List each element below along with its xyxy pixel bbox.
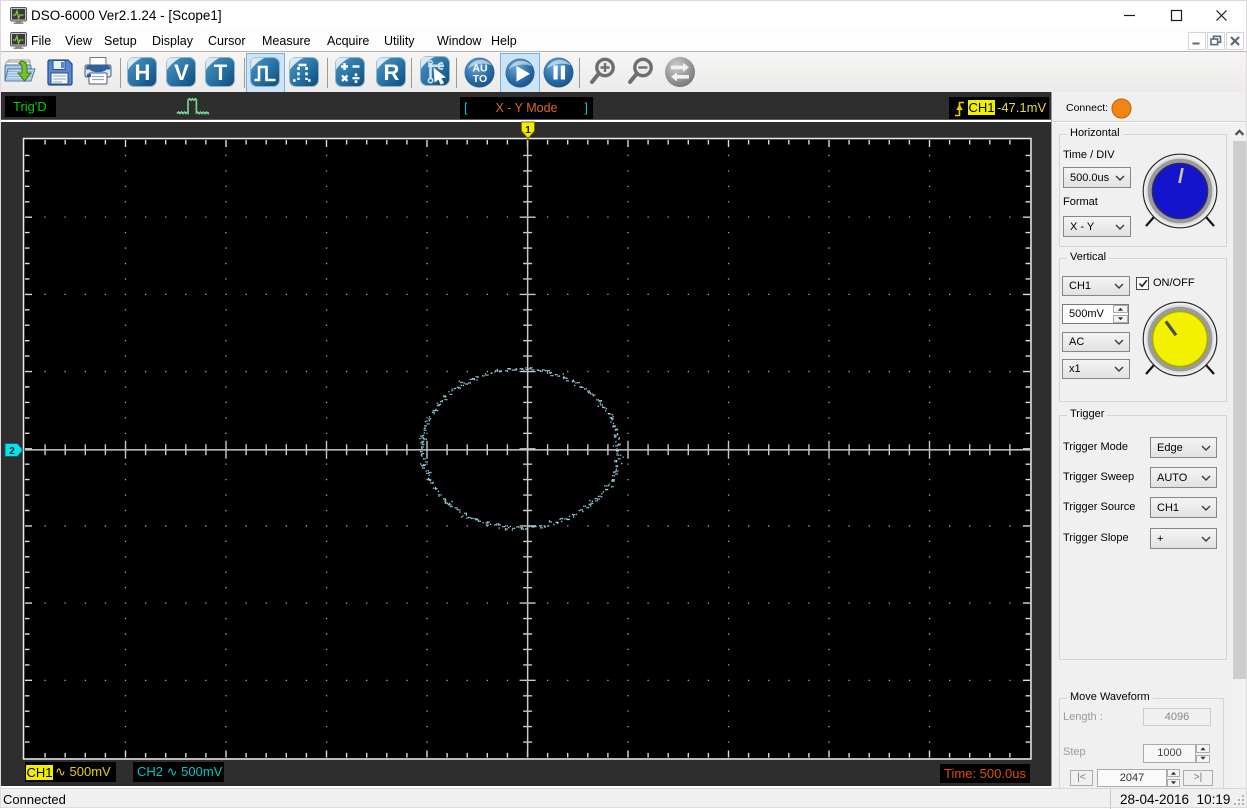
svg-text:TO: TO: [473, 73, 487, 85]
svg-text:R: R: [384, 60, 400, 85]
svg-text:2: 2: [9, 446, 15, 457]
svg-text:T: T: [214, 60, 228, 85]
svg-text:H: H: [135, 60, 151, 85]
svg-text:1: 1: [525, 125, 531, 136]
svg-text:V: V: [174, 60, 189, 85]
